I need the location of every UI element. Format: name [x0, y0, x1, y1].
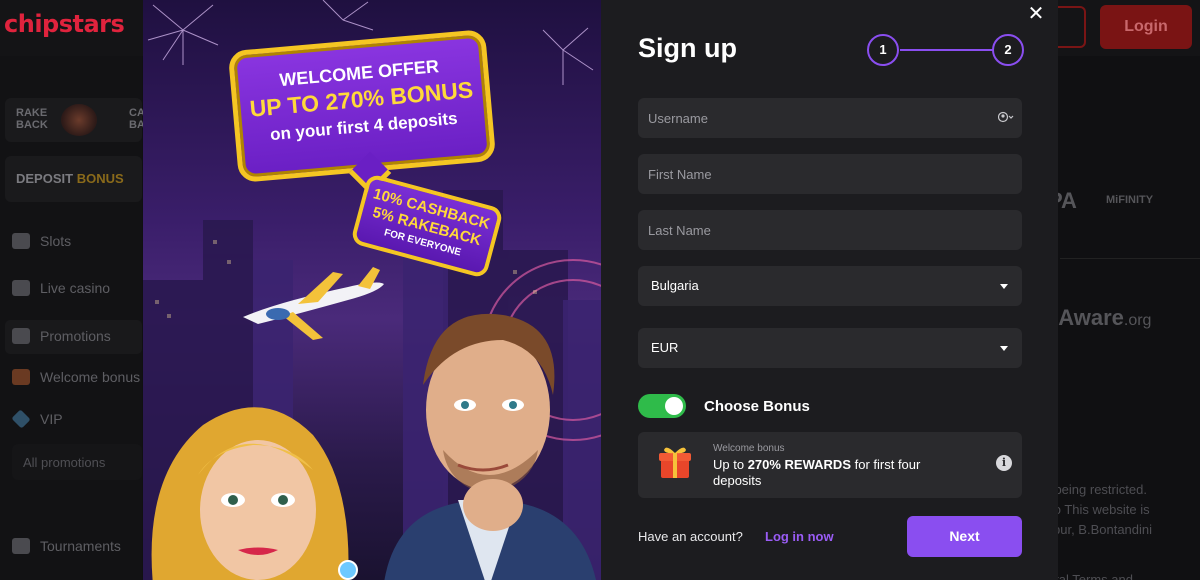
- country-value: Bulgaria: [651, 278, 699, 293]
- sidebar-item-promotions[interactable]: Promotions: [12, 324, 111, 348]
- user-icon: [997, 111, 1014, 125]
- last-name-input[interactable]: [638, 210, 1022, 250]
- site-logo[interactable]: chipstars: [4, 10, 125, 38]
- trophy-icon: [12, 538, 30, 554]
- next-button[interactable]: Next: [907, 516, 1022, 557]
- currency-select[interactable]: EUR: [638, 328, 1022, 368]
- choose-bonus-label: Choose Bonus: [704, 398, 810, 415]
- promo-artwork: WELCOME OFFER UP TO 270% BONUS on your f…: [143, 0, 601, 580]
- rakeback-banner[interactable]: RAKE BACK CA BA: [5, 98, 145, 142]
- username-field[interactable]: [638, 98, 1022, 138]
- woman-illustration: [151, 407, 358, 580]
- bonus-caption: Welcome bonus: [713, 443, 785, 454]
- currency-value: EUR: [651, 340, 679, 355]
- man-illustration: [384, 313, 596, 580]
- close-icon[interactable]: ✕: [1025, 3, 1047, 25]
- deposit-bonus-label: DEPOSIT BONUS: [16, 171, 124, 186]
- choose-bonus-toggle[interactable]: [638, 394, 686, 418]
- sidebar-item-welcome-bonus[interactable]: Welcome bonus: [12, 365, 140, 389]
- gift-box-icon: [12, 328, 30, 344]
- page-title: Sign up: [638, 33, 737, 63]
- have-account-text: Have an account?: [638, 529, 743, 544]
- login-button-bg[interactable]: Login: [1100, 5, 1192, 49]
- sidebar-item-tournaments[interactable]: Tournaments: [12, 534, 121, 558]
- gift-box-icon: [659, 447, 691, 478]
- partner-logo-mifinity: MiFINITY: [1106, 194, 1154, 206]
- welcome-bonus-card[interactable]: Welcome bonus Up to 270% REWARDS for fir…: [638, 432, 1022, 498]
- login-now-link[interactable]: Log in now: [765, 529, 834, 544]
- gambleaware-logo[interactable]: eAware.org: [1046, 305, 1151, 331]
- slots-icon: [12, 233, 30, 249]
- gift-icon: [12, 369, 30, 385]
- first-name-field[interactable]: [638, 154, 1022, 194]
- last-name-field[interactable]: [638, 210, 1022, 250]
- first-name-input[interactable]: [638, 154, 1022, 194]
- step-indicator-2: 2: [992, 34, 1024, 66]
- toggle-knob: [665, 397, 683, 415]
- sidebar-item-vip[interactable]: VIP: [11, 407, 63, 431]
- bonus-description: Up to 270% REWARDS for first four deposi…: [713, 457, 921, 488]
- all-promotions-button[interactable]: All promotions: [12, 444, 142, 480]
- deposit-bonus-banner[interactable]: DEPOSIT BONUS: [5, 156, 142, 202]
- airplane-illustration: [243, 267, 384, 340]
- info-icon[interactable]: i: [996, 455, 1012, 471]
- username-input[interactable]: [638, 98, 1022, 138]
- rakeback-label: RAKE BACK: [16, 107, 48, 131]
- caret-down-icon: [1000, 346, 1008, 351]
- sidebar-item-live-casino[interactable]: Live casino: [12, 276, 110, 300]
- live-casino-icon: [12, 280, 30, 296]
- logo-text: chipstars: [4, 10, 125, 38]
- country-select[interactable]: Bulgaria: [638, 266, 1022, 306]
- step-connector: [900, 49, 994, 51]
- sidebar-item-slots[interactable]: Slots: [12, 229, 71, 253]
- rocket-icon: [61, 104, 97, 136]
- divider: [1060, 258, 1200, 259]
- caret-down-icon: [1000, 284, 1008, 289]
- step-indicator-1: 1: [867, 34, 899, 66]
- cashback-label: CA BA: [129, 107, 145, 131]
- diamond-icon: [11, 409, 31, 429]
